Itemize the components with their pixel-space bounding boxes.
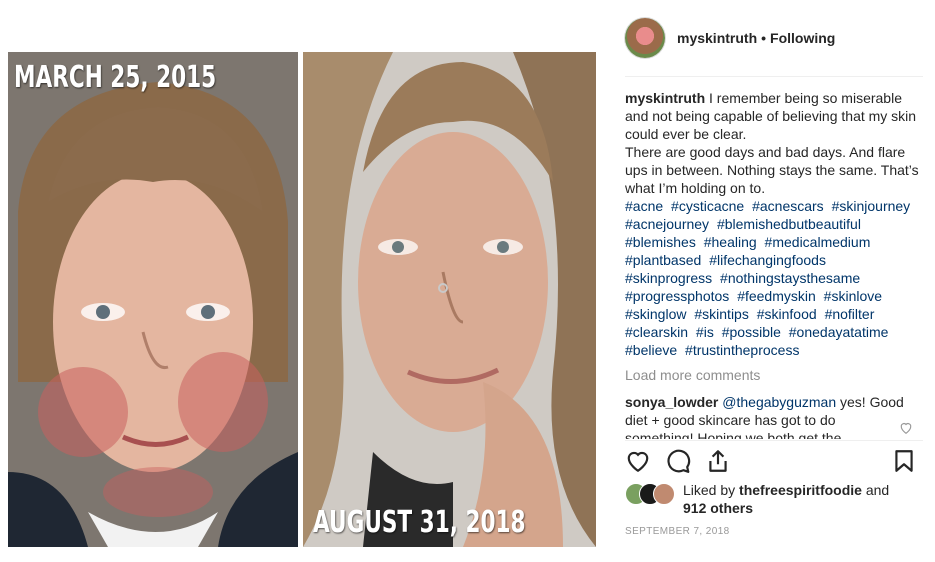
bookmark-icon[interactable] [891,448,917,474]
hashtag-link[interactable]: #acnejourney [625,216,709,232]
comment-mention-link[interactable]: @thegabyguzman [722,394,836,410]
author-username-link[interactable]: myskintruth [677,30,757,46]
hashtag-link[interactable]: #nofilter [825,306,875,322]
hashtag-link[interactable]: #blemishedbutbeautiful [717,216,861,232]
avatar[interactable] [653,483,675,505]
hashtag-link[interactable]: #skinlove [824,288,882,304]
hashtag-link[interactable]: #skinfood [757,306,817,322]
follow-button[interactable]: Following [770,30,835,46]
hashtag-list: #acne #cysticacne #acnescars #skinjourne… [625,197,919,359]
hashtag-link[interactable]: #trustintheprocess [685,342,799,358]
hashtag-link[interactable]: #skintips [694,306,748,322]
hashtag-link[interactable]: #is [696,324,714,340]
hashtag-link[interactable]: #nothingstaysthesame [720,270,860,286]
post-photo[interactable]: MARCH 25, 2015 AUGUST 31, 2018 [0,0,611,562]
divider [625,76,923,77]
divider [625,440,923,441]
hashtag-link[interactable]: #believe [625,342,677,358]
action-bar [625,446,915,478]
before-date-label: MARCH 25, 2015 [14,60,217,95]
share-icon[interactable] [705,448,731,474]
hashtag-link[interactable]: #skinprogress [625,270,712,286]
hashtag-link[interactable]: #acne [625,198,663,214]
likes-suffix: and [865,482,890,498]
hashtag-link[interactable]: #cysticacne [671,198,744,214]
hashtag-link[interactable]: #blemishes [625,234,696,250]
liker-avatars [625,483,681,505]
hashtag-link[interactable]: #healing [704,234,757,250]
avatar[interactable] [625,18,665,58]
load-more-comments-button[interactable]: Load more comments [625,367,760,383]
liker-username-link[interactable]: thefreespiritfoodie [739,482,862,498]
caption-username-link[interactable]: myskintruth [625,90,705,106]
caption: myskintruth I remember being so miserabl… [625,89,919,359]
after-face-illustration [303,52,596,547]
hashtag-link[interactable]: #skinjourney [832,198,911,214]
post-sidebar: myskintruth • Following myskintruth I re… [611,0,935,562]
likes-count-link[interactable]: 912 others [683,500,753,516]
hashtag-link[interactable]: #onedayatatime [789,324,889,340]
hashtag-link[interactable]: #progressphotos [625,288,729,304]
likes-text: Liked by thefreespiritfoodie and 912 oth… [683,481,903,517]
comment-like-heart-icon[interactable] [899,421,913,435]
comment-icon[interactable] [665,448,691,474]
hashtag-link[interactable]: #possible [722,324,781,340]
before-face-illustration [8,52,298,547]
hashtag-link[interactable]: #skinglow [625,306,686,322]
after-date-label: AUGUST 31, 2018 [313,505,526,540]
likes-prefix: Liked by [683,482,736,498]
hashtag-link[interactable]: #feedmyskin [737,288,816,304]
hashtag-link[interactable]: #plantbased [625,252,701,268]
after-photo [303,52,596,547]
before-photo [8,52,298,547]
post-timestamp[interactable]: SEPTEMBER 7, 2018 [625,526,730,537]
post-header: myskintruth • Following [625,16,923,60]
heart-icon[interactable] [625,448,651,474]
hashtag-link[interactable]: #acnescars [752,198,824,214]
hashtag-link[interactable]: #lifechangingfoods [709,252,826,268]
comment-username-link[interactable]: sonya_lowder [625,394,718,410]
hashtag-link[interactable]: #medicalmedium [765,234,871,250]
post-author: myskintruth • Following [677,30,835,46]
comment-item: sonya_lowder @thegabyguzman yes! Good di… [625,393,905,439]
separator-dot: • [761,30,767,46]
hashtag-link[interactable]: #clearskin [625,324,688,340]
